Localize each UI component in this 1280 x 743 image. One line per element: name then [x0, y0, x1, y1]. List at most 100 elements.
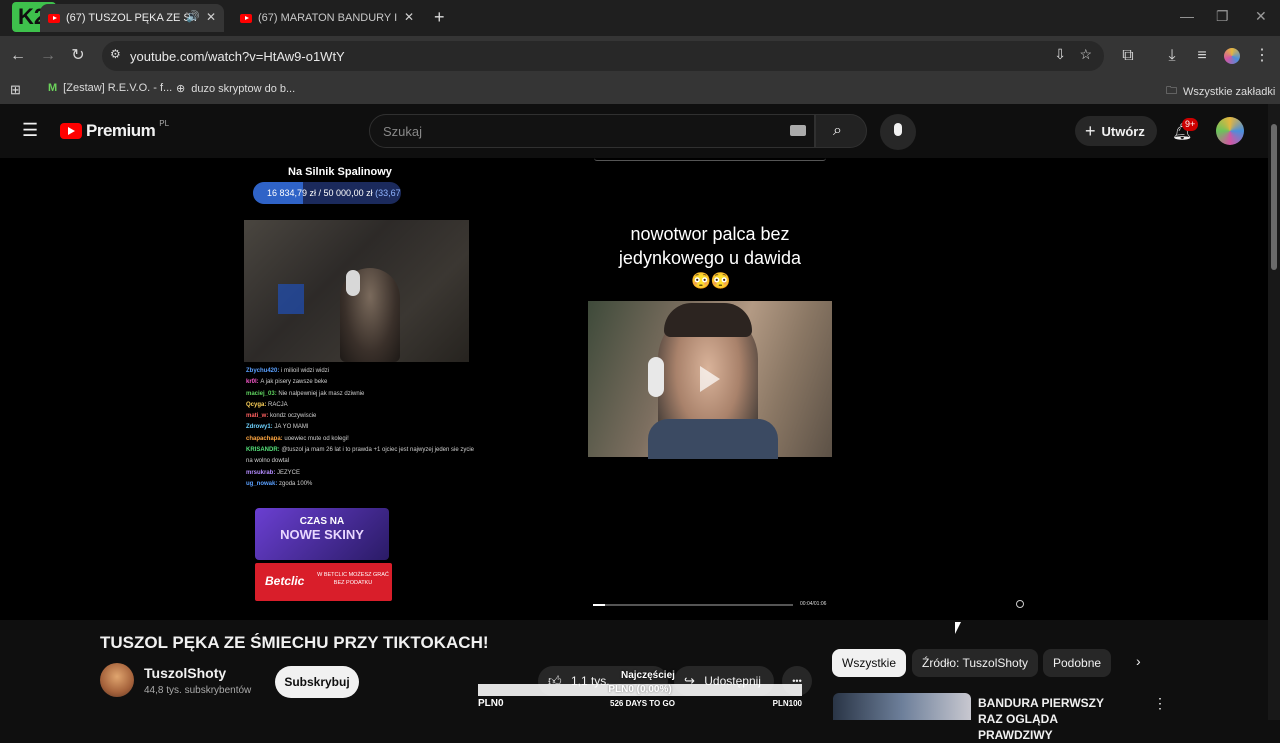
close-window-icon[interactable]: ✕: [1255, 8, 1267, 25]
globe-icon: ⊕: [176, 83, 186, 95]
donation-top-label: Najczęściej: [621, 670, 675, 681]
chat-text: i milioil widzi widzi: [281, 368, 330, 374]
install-app-icon[interactable]: ⇩: [1054, 46, 1066, 63]
audio-playing-icon[interactable]: 🔊: [186, 10, 200, 23]
media-control-icon[interactable]: ≡: [1190, 44, 1214, 68]
tab-tuszol[interactable]: (67) TUSZOL PĘKA ZE ŚMIE 🔊 ✕: [40, 4, 224, 32]
minimize-icon[interactable]: —: [1180, 8, 1194, 24]
tiktok-sound-icon[interactable]: [1016, 600, 1024, 608]
chevron-right-icon[interactable]: ›: [1136, 653, 1141, 669]
all-bookmarks[interactable]: 🗀 Wszystkie zakładki: [1166, 82, 1275, 101]
chat-username: Zbychu420:: [246, 368, 282, 374]
all-bookmarks-label: Wszystkie zakładki: [1183, 85, 1276, 98]
webcam-headphones: [346, 270, 360, 296]
youtube-play-icon: [60, 123, 82, 139]
chat-message: Qcyga: RACJA: [246, 400, 536, 411]
chat-username: chapachapa:: [246, 435, 285, 442]
apps-grid-icon[interactable]: ⊞: [10, 82, 21, 98]
donation-target: PLN100: [772, 699, 802, 708]
region-code: PL: [159, 118, 170, 128]
betclic-brand: Betclic: [265, 574, 305, 588]
tab-maraton[interactable]: (67) MARATON BANDURY I MA ✕: [232, 4, 422, 32]
donation-progress-text: PLN0 (0,00%): [608, 684, 672, 695]
chat-text: na wolno dowtal: [246, 458, 290, 465]
top-bar-remnant: [594, 158, 826, 161]
forward-icon[interactable]: →: [36, 44, 60, 68]
hamburger-menu-icon[interactable]: ☰: [22, 120, 38, 141]
play-icon[interactable]: [700, 366, 720, 392]
bookmark-zestaw[interactable]: M [Zestaw] R.E.V.O. - f...: [48, 82, 172, 94]
recommendation-thumbnail[interactable]: [833, 693, 971, 720]
chip-related[interactable]: Podobne: [1043, 649, 1112, 677]
subscribe-button[interactable]: Subskrybuj: [275, 666, 359, 698]
chat-message: Zbychu420: i milioil widzi widzi: [246, 366, 536, 377]
site-info-icon[interactable]: ⚙: [110, 47, 121, 61]
bookmarks-bar: ⊞ M [Zestaw] R.E.V.O. - f... ⊕ duzo skry…: [0, 76, 1280, 104]
betclic-ad-text: W BETCLIC MOŻESZ GRAĆ BEZ PODATKU: [317, 572, 389, 586]
back-icon[interactable]: ←: [6, 44, 30, 68]
flushed-emoji: 😳😳: [691, 273, 731, 290]
bookmark-star-icon[interactable]: ☆: [1079, 46, 1092, 63]
chat-message: maciej_03: Nie nalpewniej jak masz dziwn…: [246, 389, 536, 400]
chat-text: zgoda 100%: [279, 480, 313, 487]
url-text: youtube.com/watch?v=HtAw9-o1WtY: [130, 49, 345, 64]
video-title: TUSZOL PĘKA ZE ŚMIECHU PRZY TIKTOKACH!: [100, 633, 489, 652]
search-button[interactable]: ⌕: [815, 114, 867, 148]
close-tab-icon[interactable]: ✕: [404, 10, 414, 24]
search-input[interactable]: Szukaj: [383, 124, 422, 139]
browser-menu-icon[interactable]: ⋮: [1250, 44, 1274, 68]
microphone-icon: [894, 123, 902, 136]
chat-username: Qcyga:: [246, 401, 269, 408]
account-avatar[interactable]: [1216, 117, 1244, 145]
keyboard-icon[interactable]: [790, 125, 806, 136]
youtube-logo[interactable]: Premium PL: [60, 118, 170, 141]
close-tab-icon[interactable]: ✕: [206, 10, 216, 24]
voice-search-button[interactable]: [880, 114, 916, 150]
scrollbar-thumb[interactable]: [1271, 124, 1277, 270]
tab-title: (67) MARATON BANDURY I MA: [258, 12, 398, 24]
skins-ad-line2: NOWE SKINY: [280, 527, 364, 542]
video-player[interactable]: Na Silnik Spalinowy 16 834,79 zł / 50 00…: [0, 158, 1268, 620]
tiktok-headset: [648, 357, 664, 397]
recommendation-title[interactable]: BANDURA PIERWSZY RAZ OGLĄDA PRAWDZIWY: [978, 695, 1128, 743]
streamer-webcam: [244, 220, 469, 362]
bookmark-skrypty[interactable]: ⊕ duzo skryptow do b...: [176, 82, 295, 96]
page-scrollbar[interactable]: [1268, 104, 1280, 720]
restore-icon[interactable]: ❐: [1216, 8, 1229, 25]
youtube-premium-wordmark: Premium: [86, 121, 156, 140]
new-tab-button[interactable]: +: [434, 7, 445, 28]
tiktok-progress-bar[interactable]: [593, 604, 793, 606]
chat-text: RACJA: [268, 401, 288, 408]
chat-message: na wolno dowtal: [246, 456, 536, 467]
downloads-icon[interactable]: ⤓: [1160, 44, 1184, 68]
reload-icon[interactable]: ↻: [66, 44, 90, 68]
chat-text: @tuszol ja mam 26 lat i to prawda +1 ojc…: [281, 447, 475, 454]
channel-name[interactable]: TuszolShoty: [144, 665, 226, 681]
profile-avatar[interactable]: [1224, 48, 1240, 64]
search-box[interactable]: Szukaj: [369, 114, 815, 148]
donation-goal-percent: (33,67%): [375, 188, 401, 198]
chat-username: KRISANDR:: [246, 447, 282, 454]
chat-username: kr0l:: [246, 379, 261, 386]
channel-avatar[interactable]: [100, 663, 134, 697]
webcam-monitor: [278, 284, 304, 314]
plus-icon: +: [1085, 120, 1096, 141]
chip-all[interactable]: Wszystkie: [832, 649, 906, 677]
recommendation-menu-icon[interactable]: ⋮: [1153, 695, 1167, 712]
notifications-button[interactable]: 🔔︎ 9+: [1172, 118, 1199, 142]
donation-goal-amount: 16 834,79 zł / 50 000,00 zł: [267, 188, 373, 198]
stream-chat: Zbychu420: i milioil widzi widzi kr0l: A …: [246, 366, 536, 490]
address-bar[interactable]: ⚙ youtube.com/watch?v=HtAw9-o1WtY ⇩ ☆: [102, 41, 1104, 71]
chat-text: Nie nalpewniej jak masz dziwnie: [278, 390, 365, 397]
bookmark-label: [Zestaw] R.E.V.O. - f...: [63, 82, 173, 94]
chip-source[interactable]: Źródło: TuszolShoty: [912, 649, 1039, 677]
youtube-favicon-icon: [240, 13, 252, 23]
chat-username: mrsukrab:: [246, 469, 278, 476]
chat-message: chapachapa: uoewiec mute od kolegi!: [246, 434, 536, 445]
tiktok-person-hair: [664, 303, 752, 337]
betclic-ad-banner: Betclic W BETCLIC MOŻESZ GRAĆ BEZ PODATK…: [255, 563, 392, 601]
extensions-icon[interactable]: ⧉: [1116, 44, 1140, 68]
youtube-favicon-icon: [48, 13, 60, 23]
create-button[interactable]: + Utwórz: [1075, 116, 1157, 146]
chat-message: kr0l: A jak pisery zawsze beke: [246, 377, 536, 388]
